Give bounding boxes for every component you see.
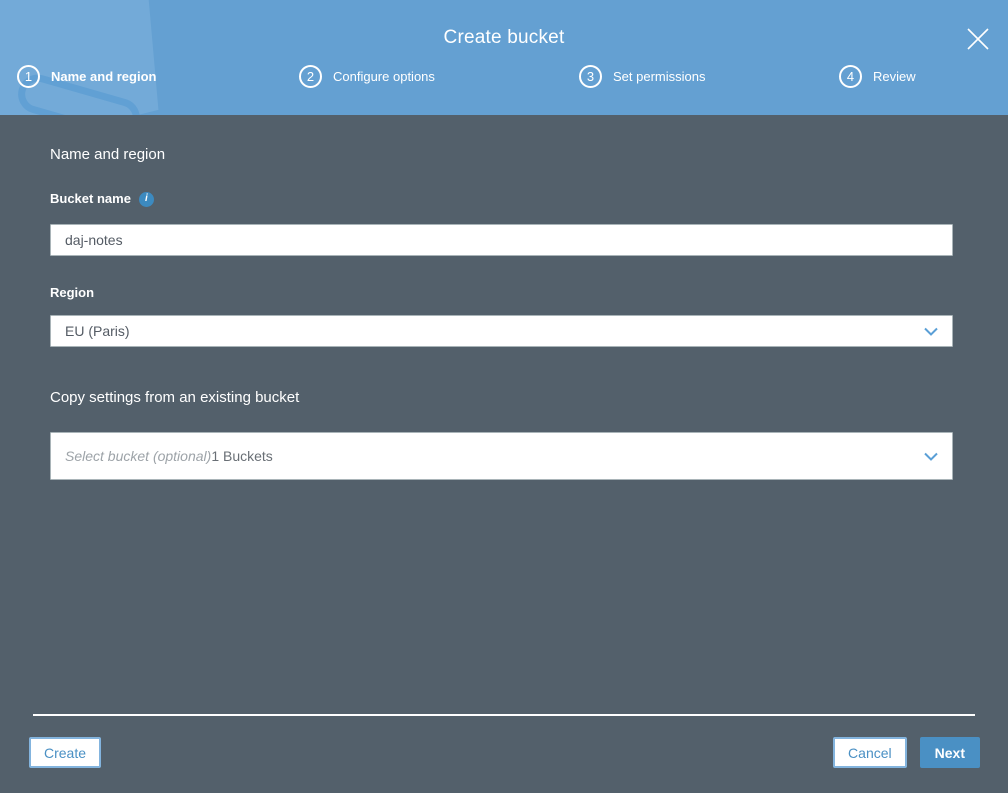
step-label: Review	[873, 69, 916, 84]
step-name-and-region[interactable]: 1 Name and region	[17, 65, 156, 88]
step-number: 3	[579, 65, 602, 88]
bucket-name-input[interactable]	[50, 224, 953, 256]
close-button[interactable]	[965, 26, 991, 52]
bucket-name-label: Bucket name	[50, 191, 131, 206]
copy-bucket-select[interactable]: Select bucket (optional) 1 Buckets	[50, 432, 953, 480]
region-selected-value: EU (Paris)	[65, 323, 130, 339]
step-label: Set permissions	[613, 69, 706, 84]
step-review[interactable]: 4 Review	[839, 65, 916, 88]
create-button[interactable]: Create	[29, 737, 102, 768]
region-select[interactable]: EU (Paris)	[50, 315, 953, 347]
close-icon	[967, 28, 989, 50]
dialog-body: Name and region Bucket name i Region EU …	[0, 115, 1008, 793]
footer-divider	[33, 714, 975, 716]
step-label: Name and region	[51, 69, 157, 84]
next-button[interactable]: Next	[919, 737, 980, 768]
info-icon[interactable]: i	[138, 191, 154, 207]
copy-settings-heading: Copy settings from an existing bucket	[50, 389, 300, 406]
step-configure-options[interactable]: 2 Configure options	[299, 65, 435, 88]
stepper: 1 Name and region 2 Configure options 3 …	[0, 62, 1008, 108]
copy-bucket-placeholder: Select bucket (optional)	[65, 448, 212, 464]
chevron-down-icon	[924, 327, 938, 336]
region-label: Region	[50, 285, 95, 300]
chevron-down-icon	[924, 452, 938, 461]
section-heading-name-and-region: Name and region	[50, 146, 166, 163]
step-number: 4	[839, 65, 862, 88]
step-number: 2	[299, 65, 322, 88]
step-label: Configure options	[333, 69, 435, 84]
bucket-name-label-row: Bucket name i	[50, 191, 953, 207]
step-set-permissions[interactable]: 3 Set permissions	[579, 65, 705, 88]
dialog-header: Create bucket 1 Name and region 2 Config…	[0, 0, 1008, 115]
bucket-count: 1 Buckets	[211, 448, 273, 464]
footer: Create Cancel Next	[29, 737, 980, 768]
cancel-button[interactable]: Cancel	[833, 737, 907, 768]
step-number: 1	[17, 65, 40, 88]
dialog-title: Create bucket	[443, 27, 565, 48]
